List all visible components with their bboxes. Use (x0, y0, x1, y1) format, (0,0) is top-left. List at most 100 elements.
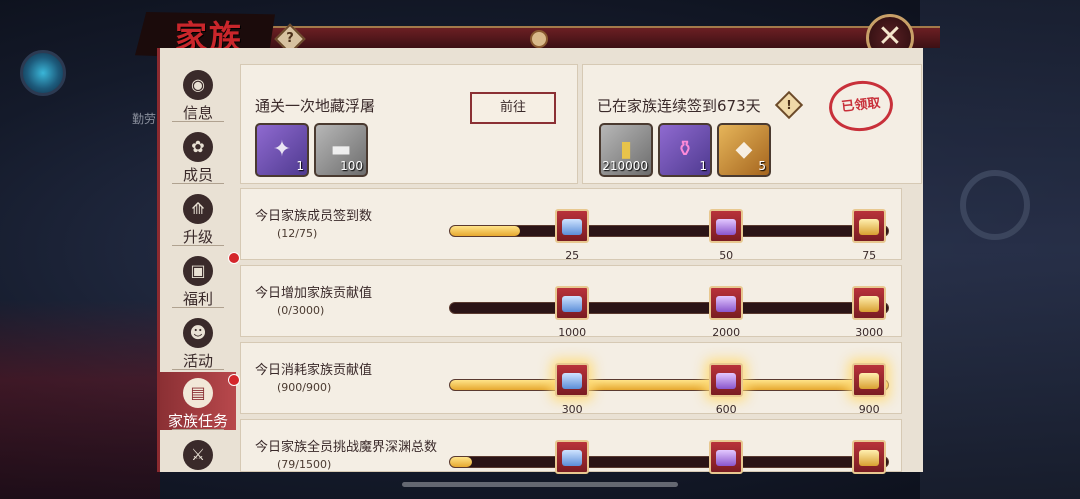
milestone-label: 3000 (855, 326, 884, 339)
milestone-label: 2000 (712, 326, 741, 339)
chest-icon (716, 296, 737, 312)
chest-icon (859, 296, 880, 312)
chest-icon (716, 373, 737, 389)
signin-card-title: 已在家族连续签到673天 (597, 97, 761, 115)
reward-qty: 1 (296, 159, 304, 173)
progress-track (449, 379, 889, 391)
signin-card: 已在家族连续签到673天 ! 已领取 ▮ 210000 ⚱ 1 ◆ 5 (582, 64, 922, 184)
notification-badge (228, 252, 240, 264)
reward-qty: 100 (340, 159, 363, 173)
claimed-stamp: 已领取 (826, 77, 896, 135)
task-icon: ▤ (183, 378, 213, 408)
milestone-label: 900 (858, 403, 880, 416)
milestone-chest-button[interactable] (852, 209, 887, 243)
sidebar: ◉ 信息 ✿ 成员 ⟰ 升级 ▣ 福利 ☻ 活动 ▤ 家族任务 ⚔ (160, 60, 240, 472)
sidebar-item-3[interactable]: ⟰ 升级 (160, 188, 236, 246)
activity-icon: ☻ (183, 318, 213, 348)
milestone-label: 300 (561, 403, 583, 416)
milestone-chest-button[interactable] (709, 440, 744, 474)
chest-icon (859, 373, 880, 389)
progress-track (449, 456, 889, 468)
task-card-title: 通关一次地藏浮屠 (255, 97, 376, 115)
background-right-structure (920, 0, 1080, 499)
info-icon: ◉ (183, 70, 213, 100)
milestone-label: 1000 (558, 326, 587, 339)
background-emblem (20, 50, 66, 96)
chest-icon (562, 450, 583, 466)
task-row: 今日增加家族贡献值 (0/3000) 1000 2000 3000 (240, 265, 902, 339)
sidebar-item-7[interactable]: ⚔ (160, 434, 236, 472)
reward-item-crystal[interactable]: ◆ 5 (717, 123, 771, 177)
reward-item-potion[interactable]: ⚱ 1 (658, 123, 712, 177)
task-row-title: 今日家族成员签到数 (255, 209, 373, 224)
gift-icon: ▣ (183, 256, 213, 286)
milestone-chest-button[interactable] (555, 363, 590, 397)
sidebar-item-label: 家族任务 (167, 412, 228, 430)
milestone-chest-button[interactable] (555, 209, 590, 243)
sidebar-item-5[interactable]: ☻ 活动 (160, 312, 236, 370)
sidebar-item-label: 成员 (182, 166, 213, 184)
task-row: 今日家族全员挑战魔界深渊总数 (79/1500) (240, 419, 902, 474)
reward-item-gold-token[interactable]: ▮ 210000 (599, 123, 653, 177)
progress-fill (450, 380, 888, 390)
task-row-title: 今日消耗家族贡献值 (255, 363, 373, 378)
milestone-chest-button[interactable] (852, 363, 887, 397)
task-row: 今日消耗家族贡献值 (900/900) 300 600 900 (240, 342, 902, 416)
background-text: 勤劳 (132, 112, 157, 126)
milestone-chest-button[interactable] (852, 286, 887, 320)
task-row-count: (0/3000) (277, 304, 325, 317)
help-icon: ? (286, 31, 294, 46)
chest-icon (716, 450, 737, 466)
milestone-label: 600 (715, 403, 737, 416)
task-row-count: (900/900) (277, 381, 332, 394)
milestone-chest-button[interactable] (709, 363, 744, 397)
reward-item-puzzle[interactable]: ✦ 1 (255, 123, 309, 177)
reward-qty: 5 (758, 159, 766, 173)
background-flowers (0, 300, 160, 499)
sidebar-item-2[interactable]: ✿ 成员 (160, 126, 236, 184)
task-row-count: (12/75) (277, 227, 318, 240)
chest-icon (562, 219, 583, 235)
battle-icon: ⚔ (183, 440, 213, 470)
chest-icon (562, 296, 583, 312)
reward-qty: 1 (699, 159, 707, 173)
milestone-label: 50 (719, 249, 734, 262)
task-row-count: (79/1500) (277, 458, 332, 471)
sidebar-item-4[interactable]: ▣ 福利 (160, 250, 240, 308)
title-ornament-icon (530, 30, 548, 48)
progress-track (449, 225, 889, 237)
chest-icon (716, 219, 737, 235)
chest-icon (859, 219, 880, 235)
task-row-title: 今日家族全员挑战魔界深渊总数 (255, 440, 438, 455)
sidebar-item-6[interactable]: ▤ 家族任务 (160, 372, 240, 430)
milestone-chest-button[interactable] (555, 286, 590, 320)
milestone-label: 75 (862, 249, 877, 262)
goto-button[interactable]: 前往 (470, 92, 556, 124)
sidebar-item-label: 信息 (182, 104, 213, 122)
members-icon: ✿ (183, 132, 213, 162)
task-row-title: 今日增加家族贡献值 (255, 286, 373, 301)
chest-icon (562, 373, 583, 389)
reward-item-ingot[interactable]: ▬ 100 (314, 123, 368, 177)
progress-fill (450, 457, 472, 467)
chest-icon (859, 450, 880, 466)
sidebar-item-label: 福利 (182, 290, 213, 308)
progress-track (449, 302, 889, 314)
progress-fill (450, 226, 521, 236)
task-row: 今日家族成员签到数 (12/75) 25 50 75 (240, 188, 902, 262)
reward-qty: 210000 (602, 159, 648, 173)
task-card: 通关一次地藏浮屠 前往 ✦ 1 ▬ 100 (240, 64, 578, 184)
home-indicator (402, 482, 678, 487)
sidebar-item-label: 活动 (182, 352, 213, 370)
info-warning-icon[interactable]: ! (774, 90, 804, 120)
milestone-chest-button[interactable] (555, 440, 590, 474)
upgrade-icon: ⟰ (183, 194, 213, 224)
warning-glyph: ! (786, 98, 792, 112)
milestone-chest-button[interactable] (852, 440, 887, 474)
milestone-label: 25 (565, 249, 580, 262)
milestone-chest-button[interactable] (709, 209, 744, 243)
milestone-chest-button[interactable] (709, 286, 744, 320)
notification-badge (228, 374, 240, 386)
sidebar-item-label: 升级 (182, 228, 213, 246)
sidebar-item-1[interactable]: ◉ 信息 (160, 64, 236, 122)
